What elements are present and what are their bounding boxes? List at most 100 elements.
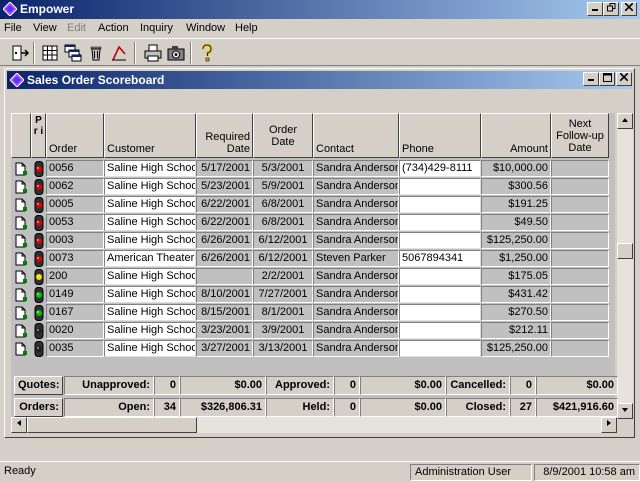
phone-cell[interactable]	[399, 214, 481, 231]
phone-cell[interactable]	[399, 178, 481, 195]
followup-cell	[551, 160, 609, 177]
table-row[interactable]: 0035 Saline High School 3/27/2001 3/13/2001…	[11, 340, 615, 358]
help-button[interactable]	[197, 43, 217, 63]
phone-cell[interactable]	[399, 286, 481, 303]
restore-button[interactable]	[603, 2, 619, 16]
scroll-thumb[interactable]	[617, 243, 633, 259]
phone-cell[interactable]: (734)429-8111	[399, 160, 481, 177]
table-row[interactable]: 0167 Saline High School 8/15/2001 8/1/2001 S…	[11, 304, 615, 322]
column-header-amount[interactable]: Amount	[481, 113, 551, 158]
scroll-right-button[interactable]	[601, 417, 617, 433]
document-icon[interactable]	[14, 252, 28, 266]
phone-cell[interactable]	[399, 232, 481, 249]
toolbar-separator	[134, 42, 136, 64]
required-cell	[196, 268, 253, 285]
app-title: Empower	[20, 2, 75, 16]
menu-window[interactable]: Window	[186, 22, 225, 34]
table-row[interactable]: 200 Saline High School 2/2/2001 Sandra Ande…	[11, 268, 615, 286]
print-button[interactable]	[143, 43, 163, 63]
document-icon[interactable]	[14, 324, 28, 338]
document-icon[interactable]	[14, 270, 28, 284]
window-diamond-icon	[10, 73, 24, 87]
menu-file[interactable]: File	[4, 22, 22, 34]
menu-action[interactable]: Action	[98, 22, 129, 34]
orderdate-cell: 5/3/2001	[253, 160, 313, 177]
document-icon[interactable]	[14, 342, 28, 356]
customer-cell[interactable]: Saline High School	[104, 304, 196, 321]
customer-cell[interactable]: Saline High School	[104, 340, 196, 357]
customer-cell[interactable]: Saline High School	[104, 178, 196, 195]
table-row[interactable]: 0020 Saline High School 3/23/2001 3/9/2001 S…	[11, 322, 615, 340]
phone-cell[interactable]	[399, 196, 481, 213]
table-row[interactable]: 0062 Saline High School 5/23/2001 5/9/2001 S…	[11, 178, 615, 196]
menu-edit[interactable]: Edit	[67, 22, 86, 34]
amount-cell: $1,250.00	[481, 250, 551, 267]
table-row[interactable]: 0073 American Theater 6/26/2001 6/12/2001 St…	[11, 250, 615, 268]
phone-cell[interactable]	[399, 304, 481, 321]
document-icon[interactable]	[14, 180, 28, 194]
table-row[interactable]: 0056 Saline High School 5/17/2001 5/3/2001 S…	[11, 160, 615, 178]
child-maximize-button[interactable]	[599, 72, 615, 86]
phone-cell[interactable]: 5067894341	[399, 250, 481, 267]
table-row[interactable]: 0005 Saline High School 6/22/2001 6/8/2001 S…	[11, 196, 615, 214]
orders-closed-count: 27	[510, 398, 536, 417]
camera-button[interactable]	[166, 43, 186, 63]
amount-cell: $431.42	[481, 286, 551, 303]
followup-cell	[551, 178, 609, 195]
scroll-left-button[interactable]	[11, 417, 27, 433]
traffic-light-icon	[34, 233, 44, 249]
table-row[interactable]: 0053 Saline High School 6/22/2001 6/8/2001 S…	[11, 214, 615, 232]
column-header-contact[interactable]: Contact	[313, 113, 399, 158]
quotes-unapproved-amount: $0.00	[180, 376, 266, 395]
document-icon[interactable]	[14, 198, 28, 212]
scroll-down-button[interactable]	[617, 403, 633, 419]
child-close-button[interactable]	[616, 72, 632, 86]
grid-button[interactable]	[40, 43, 60, 63]
document-icon[interactable]	[14, 306, 28, 320]
document-icon[interactable]	[14, 288, 28, 302]
horizontal-scrollbar[interactable]	[11, 417, 617, 433]
customer-cell[interactable]: Saline High School	[104, 160, 196, 177]
order-cell: 0073	[46, 250, 104, 267]
menu-help[interactable]: Help	[235, 22, 258, 34]
sort-button[interactable]	[109, 43, 129, 63]
customer-cell[interactable]: Saline High School	[104, 322, 196, 339]
customer-cell[interactable]: Saline High School	[104, 232, 196, 249]
customer-cell[interactable]: Saline High School	[104, 214, 196, 231]
column-header-order-date[interactable]: Order Date	[253, 113, 313, 158]
customer-cell[interactable]: Saline High School	[104, 286, 196, 303]
close-button[interactable]	[621, 2, 637, 16]
document-icon[interactable]	[14, 234, 28, 248]
column-header-priority[interactable]: P r i	[31, 113, 46, 158]
column-header-customer[interactable]: Customer	[104, 113, 196, 158]
menu-inquiry[interactable]: Inquiry	[140, 22, 173, 34]
traffic-light-icon	[34, 341, 44, 357]
column-header-next-follow-up-date[interactable]: Next Follow-up Date	[551, 113, 609, 158]
menu-view[interactable]: View	[33, 22, 57, 34]
phone-cell[interactable]	[399, 322, 481, 339]
exit-button[interactable]	[10, 43, 30, 63]
document-icon[interactable]	[14, 216, 28, 230]
delete-button[interactable]	[86, 43, 106, 63]
phone-cell[interactable]	[399, 268, 481, 285]
contact-cell: Sandra Anderson	[313, 178, 399, 195]
table-row[interactable]: 0003 Saline High School 6/26/2001 6/12/2001…	[11, 232, 615, 250]
followup-cell	[551, 196, 609, 213]
customer-cell[interactable]: Saline High School	[104, 196, 196, 213]
order-cell: 0005	[46, 196, 104, 213]
contact-cell: Steven Parker	[313, 250, 399, 267]
scroll-thumb-horizontal[interactable]	[27, 417, 197, 433]
column-header-phone[interactable]: Phone	[399, 113, 481, 158]
customer-cell[interactable]: American Theater	[104, 250, 196, 267]
minimize-button[interactable]	[587, 2, 603, 16]
child-minimize-button[interactable]	[583, 72, 599, 86]
column-header-order[interactable]: Order	[46, 113, 104, 158]
document-icon[interactable]	[14, 162, 28, 176]
customer-cell[interactable]: Saline High School	[104, 268, 196, 285]
table-row[interactable]: 0149 Saline High School 8/10/2001 7/27/2001…	[11, 286, 615, 304]
column-header-required-date[interactable]: Required Date	[196, 113, 253, 158]
scroll-up-button[interactable]	[617, 113, 633, 129]
cascade-button[interactable]	[63, 43, 83, 63]
vertical-scrollbar[interactable]	[617, 113, 633, 419]
phone-cell[interactable]	[399, 340, 481, 357]
